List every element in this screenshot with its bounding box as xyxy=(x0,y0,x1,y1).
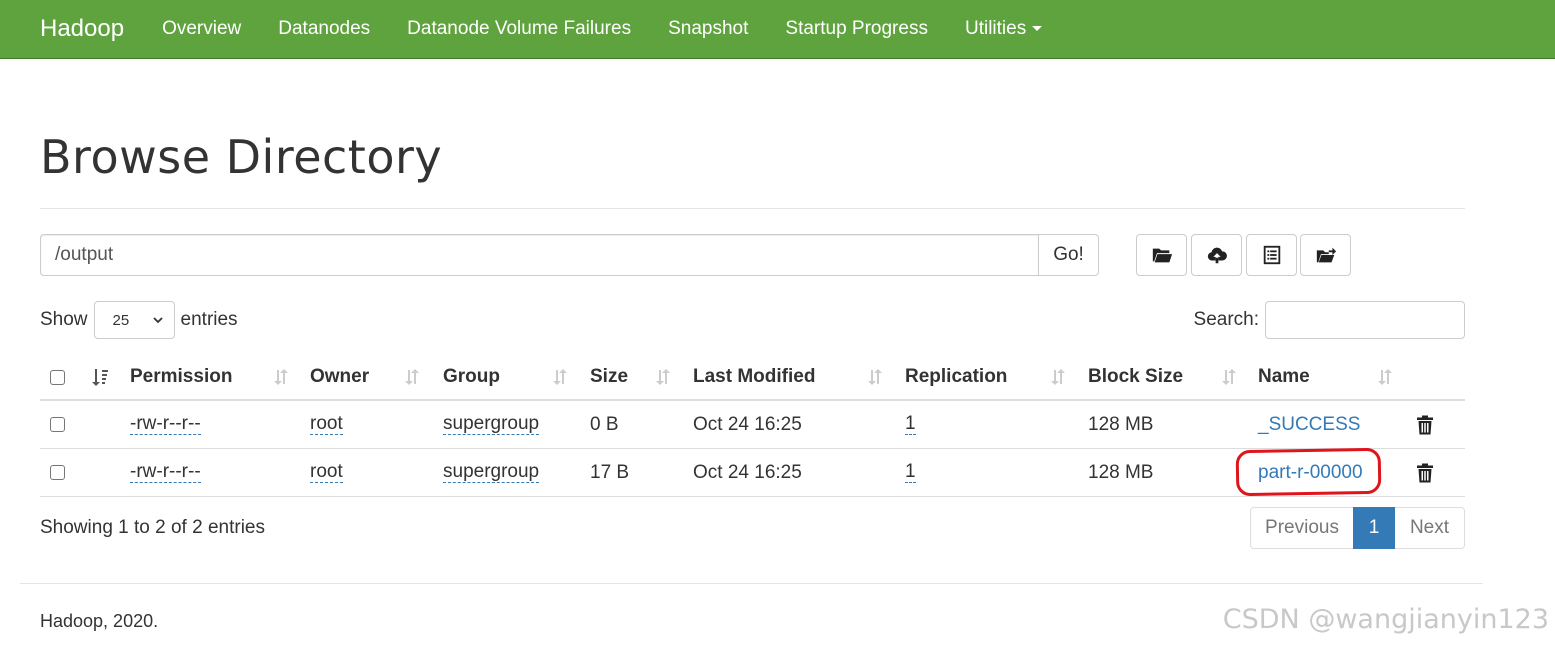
nav-datanodes[interactable]: Datanodes xyxy=(278,18,370,40)
sort-icon xyxy=(1051,369,1065,385)
previous-page-button[interactable]: Previous xyxy=(1250,507,1353,549)
header-name[interactable]: Name xyxy=(1258,355,1310,399)
header-owner[interactable]: Owner xyxy=(310,355,369,399)
file-name-link[interactable]: part-r-00000 xyxy=(1258,462,1363,484)
nav-overview[interactable]: Overview xyxy=(162,18,241,40)
last-modified-value: Oct 24 16:25 xyxy=(693,461,802,483)
length-control: Show 25 entries xyxy=(40,301,238,339)
entries-per-page-select[interactable]: 25 xyxy=(93,301,175,339)
search-control: Search: xyxy=(1194,301,1465,339)
nav-utilities-dropdown[interactable]: Utilities xyxy=(964,18,1043,40)
sort-permission-icon[interactable] xyxy=(271,355,291,399)
navbar: Hadoop Overview Datanodes Datanode Volum… xyxy=(0,0,1555,59)
block-size-value: 128 MB xyxy=(1088,461,1154,483)
footer-copyright: Hadoop, 2020. xyxy=(40,611,159,631)
sort-icon xyxy=(274,369,288,385)
sort-desc-icon xyxy=(92,369,108,386)
go-button[interactable]: Go! xyxy=(1038,234,1099,276)
file-name-link[interactable]: _SUCCESS xyxy=(1258,414,1360,436)
table-header: Permission Owner Group Size Last Modifie… xyxy=(40,355,1465,401)
header-group[interactable]: Group xyxy=(443,355,500,399)
brand-logo[interactable]: Hadoop xyxy=(40,15,124,43)
block-size-value: 128 MB xyxy=(1088,413,1154,435)
trash-icon xyxy=(1417,415,1433,434)
next-page-button[interactable]: Next xyxy=(1395,507,1465,549)
table-row: -rw-r--r-- root supergroup 0 B Oct 24 16… xyxy=(40,401,1465,449)
sort-icon xyxy=(656,369,670,385)
cloud-upload-icon xyxy=(1207,247,1227,264)
table-info: Showing 1 to 2 of 2 entries xyxy=(40,517,265,538)
last-modified-value: Oct 24 16:25 xyxy=(693,413,802,435)
entries-label: entries xyxy=(180,309,238,330)
directory-path-input[interactable] xyxy=(40,234,1038,276)
search-label: Search: xyxy=(1193,309,1259,330)
sort-icon xyxy=(868,369,882,385)
header-block-size[interactable]: Block Size xyxy=(1088,355,1183,399)
pagination: Previous 1 Next xyxy=(1250,507,1465,549)
size-value: 17 B xyxy=(590,461,630,483)
row-checkbox[interactable] xyxy=(50,465,65,480)
nav-startup-progress[interactable]: Startup Progress xyxy=(785,18,928,40)
nav-snapshot[interactable]: Snapshot xyxy=(668,18,748,40)
sort-owner-icon[interactable] xyxy=(402,355,422,399)
replication-value[interactable]: 1 xyxy=(905,461,916,484)
permission-value[interactable]: -rw-r--r-- xyxy=(130,413,201,436)
replication-value[interactable]: 1 xyxy=(905,413,916,436)
watermark: CSDN @wangjianyin123 xyxy=(1222,604,1549,635)
show-label: Show xyxy=(40,309,88,330)
chevron-down-icon xyxy=(152,317,163,324)
create-directory-button[interactable] xyxy=(1136,234,1187,276)
row-checkbox[interactable] xyxy=(50,417,65,432)
folder-open-icon xyxy=(1152,248,1172,263)
path-bar: Go! xyxy=(40,234,1099,276)
list-icon xyxy=(1263,245,1280,265)
cut-paste-button[interactable] xyxy=(1246,234,1297,276)
sort-last-modified-icon[interactable] xyxy=(865,355,885,399)
size-value: 0 B xyxy=(590,413,619,435)
header-size[interactable]: Size xyxy=(590,355,628,399)
sort-group-icon[interactable] xyxy=(550,355,570,399)
delete-button[interactable] xyxy=(1416,401,1434,448)
title-divider xyxy=(40,208,1465,209)
header-replication[interactable]: Replication xyxy=(905,355,1007,399)
sort-icon xyxy=(405,369,419,385)
sort-icon xyxy=(1378,369,1392,385)
move-files-button[interactable] xyxy=(1300,234,1351,276)
footer-divider xyxy=(20,583,1483,584)
sort-size-icon[interactable] xyxy=(653,355,673,399)
upload-files-button[interactable] xyxy=(1191,234,1242,276)
sort-replication-icon[interactable] xyxy=(1048,355,1068,399)
sort-icon xyxy=(553,369,567,385)
sort-name-icon[interactable] xyxy=(1375,355,1395,399)
sort-column-button[interactable] xyxy=(90,355,110,399)
group-value[interactable]: supergroup xyxy=(443,461,540,484)
entries-select-value: 25 xyxy=(112,311,130,329)
page-title: Browse Directory xyxy=(40,130,443,184)
caret-down-icon xyxy=(1032,26,1043,32)
delete-button[interactable] xyxy=(1416,449,1434,496)
header-last-modified[interactable]: Last Modified xyxy=(693,355,815,399)
owner-value[interactable]: root xyxy=(310,413,343,436)
owner-value[interactable]: root xyxy=(310,461,343,484)
nav-utilities-label: Utilities xyxy=(964,18,1027,39)
search-input[interactable] xyxy=(1265,301,1465,339)
group-value[interactable]: supergroup xyxy=(443,413,540,436)
folder-move-icon xyxy=(1316,247,1336,263)
sort-block-size-icon[interactable] xyxy=(1219,355,1239,399)
page-1-button[interactable]: 1 xyxy=(1353,507,1395,549)
select-all-checkbox[interactable] xyxy=(50,369,65,385)
trash-icon xyxy=(1417,463,1433,482)
permission-value[interactable]: -rw-r--r-- xyxy=(130,461,201,484)
sort-icon xyxy=(1222,369,1236,385)
nav-datanode-volume-failures[interactable]: Datanode Volume Failures xyxy=(407,18,631,40)
directory-table: Permission Owner Group Size Last Modifie… xyxy=(40,355,1465,497)
table-row: -rw-r--r-- root supergroup 17 B Oct 24 1… xyxy=(40,449,1465,497)
header-permission[interactable]: Permission xyxy=(130,355,232,399)
